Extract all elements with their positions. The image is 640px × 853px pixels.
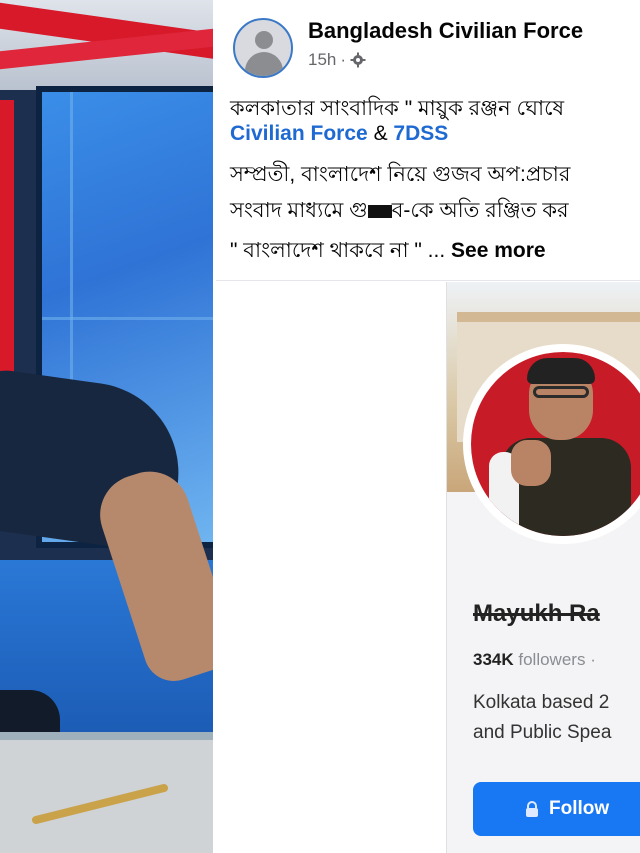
follow-button-label: Follow — [549, 798, 610, 819]
news-anchor-photo — [0, 0, 213, 853]
post-text-line-4-end: ব-কে অতি রঞ্জিত কর — [391, 199, 569, 222]
profile-fist — [511, 440, 551, 486]
post-text-line-5-text: " বাংলাদেশ থাকবে না " ... — [230, 239, 446, 262]
followers-info: 334K followers · — [473, 650, 596, 670]
profile-hair — [527, 358, 595, 384]
post-text-line-2: Civilian Force & 7DSS — [230, 122, 448, 146]
gear-icon — [350, 52, 366, 68]
avatar-body-shape — [245, 52, 283, 76]
tag-separator: & — [373, 122, 388, 145]
post-text-line-5: " বাংলাদেশ থাকবে না " ... See more — [230, 234, 546, 269]
censor-bar — [367, 204, 392, 218]
screen-divider-horizontal — [42, 317, 213, 320]
tag-link-7dss[interactable]: 7DSS — [393, 122, 448, 145]
news-desk — [0, 740, 213, 853]
post-time[interactable]: 15h — [308, 50, 336, 70]
avatar-head-shape — [255, 31, 273, 49]
followers-separator: · — [590, 650, 596, 669]
follow-button[interactable]: Follow — [473, 782, 640, 836]
facebook-post: Bangladesh Civilian Force 15h · কলকাতার … — [216, 0, 640, 853]
post-text-line-4-start: সংবাদ মাধ্যমে গু — [230, 199, 368, 222]
lock-icon — [523, 800, 541, 818]
profile-name: Mayukh Ra — [473, 600, 600, 627]
profile-glasses — [533, 386, 589, 398]
page-avatar[interactable] — [233, 18, 293, 78]
profile-bio-line-2: and Public Spea — [473, 722, 612, 743]
followers-label: followers — [518, 650, 586, 669]
profile-bio-line-1: Kolkata based 2 — [473, 692, 610, 713]
profile-photo[interactable] — [471, 352, 640, 536]
meta-separator: · — [340, 50, 347, 69]
followers-count: 334K — [473, 650, 514, 669]
page-name[interactable]: Bangladesh Civilian Force — [308, 18, 583, 44]
post-text-line-4: সংবাদ মাধ্যমে গু ব-কে অতি রঞ্জিত কর — [230, 194, 569, 229]
post-divider — [216, 280, 640, 281]
post-meta: 15h · — [308, 50, 366, 70]
tag-link-civilian-force[interactable]: Civilian Force — [230, 122, 368, 145]
see-more-link[interactable]: See more — [451, 239, 546, 262]
post-text-line-3: সম্প্রতী, বাংলাদেশ নিয়ে গুজব অপ:প্রচার — [230, 163, 571, 186]
profile-card: Mayukh Ra 334K followers · Kolkata based… — [446, 282, 640, 853]
